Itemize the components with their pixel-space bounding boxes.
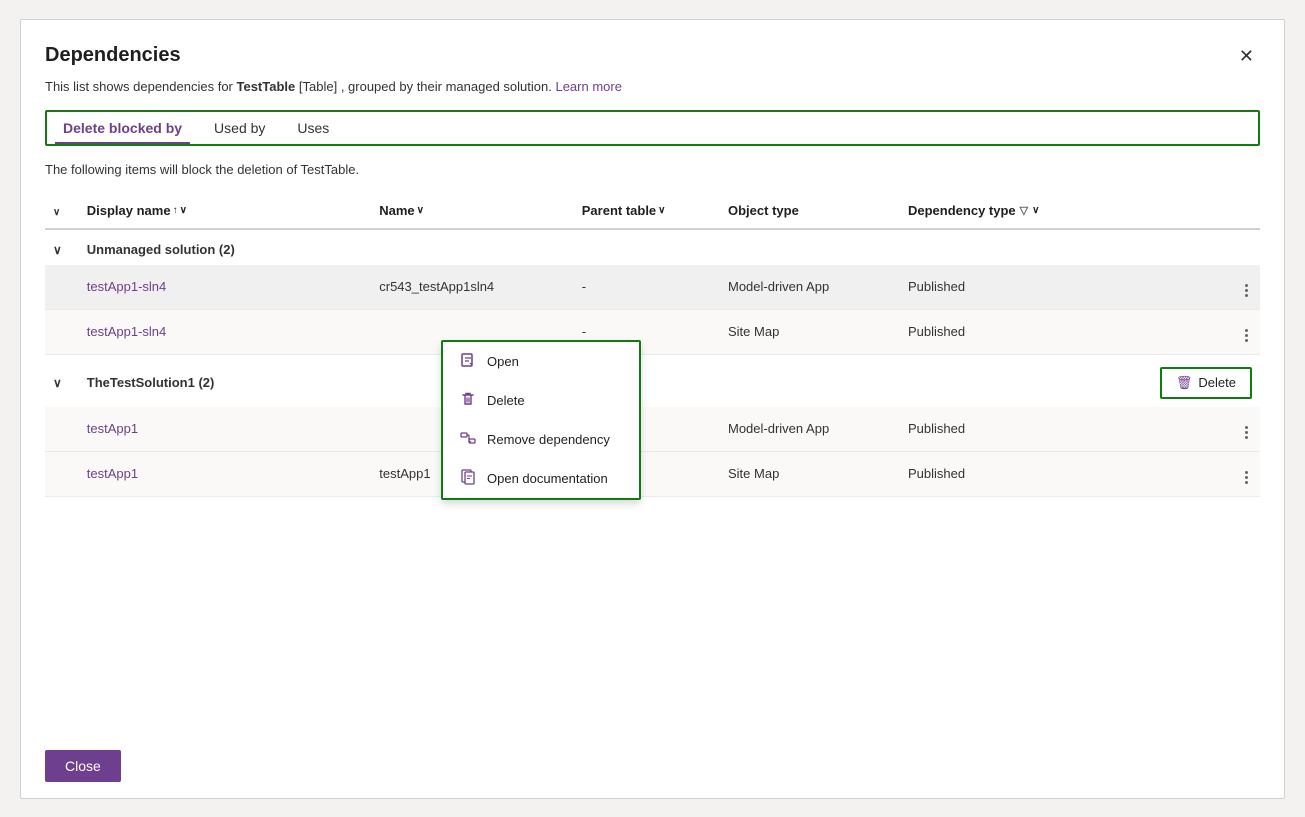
row2-display-name: testApp1-sln4 xyxy=(79,309,372,354)
open-doc-icon xyxy=(459,469,477,488)
subtitle-entity: TestTable xyxy=(236,79,295,94)
context-remove-dep-label: Remove dependency xyxy=(487,432,610,447)
row1-display-name-link[interactable]: testApp1-sln4 xyxy=(87,279,167,294)
row1-object-type: Model-driven App xyxy=(720,265,900,310)
row2-expand xyxy=(45,309,79,354)
sort-up-icon: ↑ xyxy=(173,205,178,216)
subtitle-entity-type: [Table] xyxy=(299,79,337,94)
remove-dep-icon xyxy=(459,430,477,449)
row1-display-name: testApp1-sln4 xyxy=(79,265,372,310)
row4-dependency-type: Published xyxy=(900,451,1125,496)
row3-dependency-type: Published xyxy=(900,407,1125,452)
context-menu-remove-dependency[interactable]: Remove dependency xyxy=(443,420,639,459)
dialog-subtitle: This list shows dependencies for TestTab… xyxy=(45,79,1260,94)
th-display-name: Display name ↑ ∨ xyxy=(79,193,372,229)
subtitle-suffix: , grouped by their managed solution. xyxy=(341,79,552,94)
delete-btn-icon: 🗑 xyxy=(1176,375,1193,391)
filter-icon[interactable]: ▽ xyxy=(1020,204,1028,217)
row4-actions xyxy=(1125,451,1260,496)
row2-dependency-type: Published xyxy=(900,309,1125,354)
row2-context-menu-trigger[interactable] xyxy=(1241,327,1252,344)
close-icon[interactable]: ✕ xyxy=(1233,44,1260,69)
table-container: ∨ Display name ↑ ∨ Name ∨ xyxy=(45,193,1260,734)
row1-actions xyxy=(1125,265,1260,310)
row1-dependency-type: Published xyxy=(900,265,1125,310)
th-parent-table: Parent table ∨ xyxy=(574,193,720,229)
dependencies-dialog: Dependencies ✕ This list shows dependenc… xyxy=(20,19,1285,799)
row3-context-menu-trigger[interactable] xyxy=(1241,424,1252,441)
dep-type-sort-down-icon: ∨ xyxy=(1032,205,1039,216)
tabs-container: Delete blocked by Used by Uses xyxy=(45,110,1260,146)
context-delete-label: Delete xyxy=(487,393,525,408)
sort-down-icon: ∨ xyxy=(180,205,187,216)
row1-parent-table: - xyxy=(574,265,720,310)
row1-expand xyxy=(45,265,79,310)
row2-object-type: Site Map xyxy=(720,309,900,354)
row3-expand xyxy=(45,407,79,452)
table-row: testApp1-sln4 - Site Map Published xyxy=(45,309,1260,354)
th-actions xyxy=(1125,193,1260,229)
group-label-unmanaged: Unmanaged solution (2) xyxy=(79,229,1260,265)
context-menu-open-documentation[interactable]: Open documentation xyxy=(443,459,639,498)
row3-actions xyxy=(1125,407,1260,452)
subtitle-prefix: This list shows dependencies for xyxy=(45,79,236,94)
row4-expand xyxy=(45,451,79,496)
table-row: testApp1-sln4 cr543_testApp1sln4 - Model… xyxy=(45,265,1260,310)
tab-delete-blocked-by[interactable]: Delete blocked by xyxy=(47,112,198,144)
tab-uses[interactable]: Uses xyxy=(281,112,345,144)
parent-sort-down-icon: ∨ xyxy=(658,205,665,216)
description-text: The following items will block the delet… xyxy=(45,162,1260,177)
context-menu: Open Delete Remove dependency xyxy=(441,340,641,500)
context-menu-open[interactable]: Open xyxy=(443,342,639,381)
learn-more-link[interactable]: Learn more xyxy=(555,79,621,94)
table-header: ∨ Display name ↑ ∨ Name ∨ xyxy=(45,193,1260,229)
row3-display-name: testApp1 xyxy=(79,407,372,452)
row1-context-menu-trigger[interactable] xyxy=(1241,282,1252,299)
name-sort[interactable]: Name ∨ xyxy=(379,203,424,218)
group-delete-button[interactable]: 🗑 Delete xyxy=(1160,367,1252,399)
group-expand-unmanaged[interactable]: ∨ xyxy=(45,229,79,265)
th-expand: ∨ xyxy=(45,193,79,229)
context-open-label: Open xyxy=(487,354,519,369)
row2-display-name-link[interactable]: testApp1-sln4 xyxy=(87,324,167,339)
parent-table-sort[interactable]: Parent table ∨ xyxy=(582,203,666,218)
row4-display-name: testApp1 xyxy=(79,451,372,496)
group-row-unmanaged: ∨ Unmanaged solution (2) xyxy=(45,229,1260,265)
dialog-footer: Close xyxy=(45,734,1260,798)
dialog-header: Dependencies ✕ xyxy=(45,44,1260,69)
row3-object-type: Model-driven App xyxy=(720,407,900,452)
table-body: ∨ Unmanaged solution (2) testApp1-sln4 c… xyxy=(45,229,1260,497)
display-name-sort[interactable]: Display name ↑ ∨ xyxy=(87,203,187,218)
th-dependency-type: Dependency type ▽ ∨ xyxy=(900,193,1125,229)
group-row-theTestSolution1: ∨ TheTestSolution1 (2) 🗑 Delete xyxy=(45,354,1260,407)
dialog-title: Dependencies xyxy=(45,44,181,67)
close-footer-button[interactable]: Close xyxy=(45,750,121,782)
open-icon xyxy=(459,352,477,371)
context-menu-delete[interactable]: Delete xyxy=(443,381,639,420)
name-sort-down-icon: ∨ xyxy=(417,205,424,216)
row3-display-name-link[interactable]: testApp1 xyxy=(87,421,138,436)
th-name: Name ∨ xyxy=(371,193,574,229)
expand-all-icon[interactable]: ∨ xyxy=(53,207,60,218)
th-object-type: Object type xyxy=(720,193,900,229)
dependencies-table: ∨ Display name ↑ ∨ Name ∨ xyxy=(45,193,1260,497)
tab-used-by[interactable]: Used by xyxy=(198,112,281,144)
table-row: testApp1 - Model-driven App Published xyxy=(45,407,1260,452)
row4-display-name-link[interactable]: testApp1 xyxy=(87,466,138,481)
row4-context-menu-trigger[interactable] xyxy=(1241,469,1252,486)
context-open-doc-label: Open documentation xyxy=(487,471,608,486)
group2-delete-action: 🗑 Delete xyxy=(1125,354,1260,407)
group-expand-theTestSolution1[interactable]: ∨ xyxy=(45,354,79,407)
row1-name: cr543_testApp1sln4 xyxy=(371,265,574,310)
table-row: testApp1 testApp1 - Site Map Published xyxy=(45,451,1260,496)
row4-object-type: Site Map xyxy=(720,451,900,496)
delete-menu-icon xyxy=(459,391,477,410)
row2-actions xyxy=(1125,309,1260,354)
